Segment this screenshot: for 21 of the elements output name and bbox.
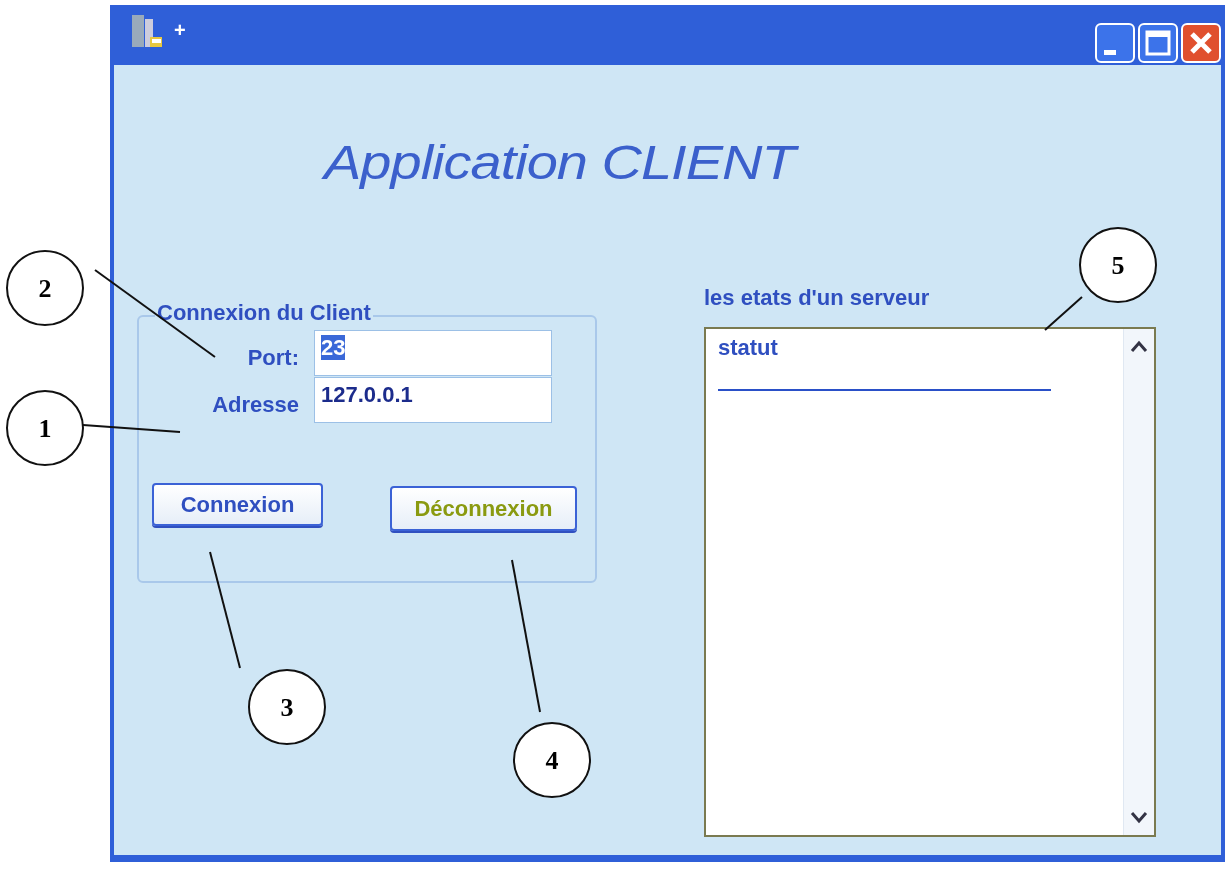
callout-marker: 4 bbox=[513, 722, 591, 798]
window-title: + bbox=[174, 19, 186, 42]
list-label: les etats d'un serveur bbox=[704, 285, 930, 311]
scroll-up-icon[interactable] bbox=[1129, 339, 1149, 353]
close-icon[interactable] bbox=[1181, 23, 1221, 63]
callout-marker: 5 bbox=[1079, 227, 1157, 303]
minimize-icon[interactable] bbox=[1095, 23, 1135, 63]
field-label: Adresse bbox=[212, 392, 299, 418]
scroll-down-icon[interactable] bbox=[1129, 811, 1149, 825]
status-list[interactable]: statut bbox=[704, 327, 1156, 837]
callout-marker: 1 bbox=[6, 390, 84, 466]
callout-marker: 3 bbox=[248, 669, 326, 745]
input-field[interactable]: 127.0.0.1 bbox=[314, 377, 552, 423]
connect-button[interactable]: Connexion bbox=[152, 483, 323, 526]
app-icon bbox=[130, 13, 164, 49]
callout-marker: 2 bbox=[6, 250, 84, 326]
field-label: Port: bbox=[247, 345, 299, 371]
maximize-icon[interactable] bbox=[1138, 23, 1178, 63]
input-field[interactable]: 23 bbox=[314, 330, 552, 376]
list-item[interactable]: statut bbox=[718, 335, 1111, 361]
leader-line bbox=[1044, 296, 1083, 331]
